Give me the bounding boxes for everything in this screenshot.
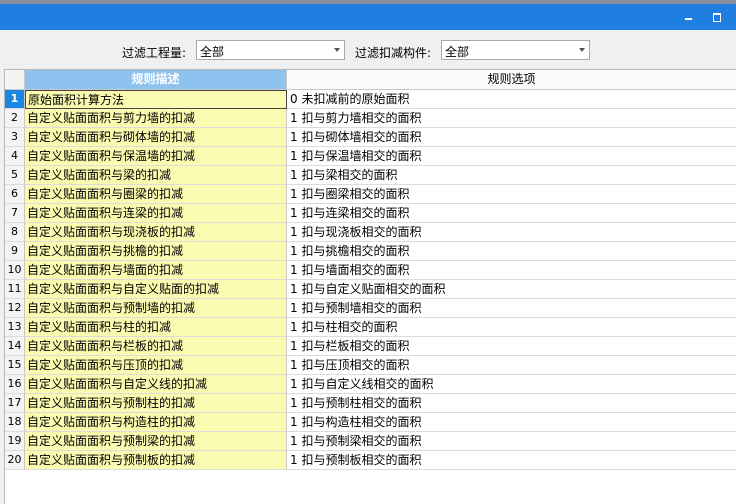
rule-description-cell[interactable]: 自定义贴面面积与墙面的扣减 bbox=[25, 261, 287, 280]
table-row[interactable]: 9 自定义贴面面积与挑檐的扣减 1 扣与挑檐相交的面积 bbox=[5, 242, 736, 261]
rule-option-cell[interactable]: 1 扣与连梁相交的面积 bbox=[287, 204, 736, 223]
table-row[interactable]: 14 自定义贴面面积与栏板的扣减 1 扣与栏板相交的面积 bbox=[5, 337, 736, 356]
rule-option-cell[interactable]: 1 扣与梁相交的面积 bbox=[287, 166, 736, 185]
rule-option-cell[interactable]: 1 扣与预制墙相交的面积 bbox=[287, 299, 736, 318]
rule-description-cell[interactable]: 自定义贴面面积与压顶的扣减 bbox=[25, 356, 287, 375]
rule-option-cell[interactable]: 1 扣与构造柱相交的面积 bbox=[287, 413, 736, 432]
rule-description-cell[interactable]: 自定义贴面面积与自定义贴面的扣减 bbox=[25, 280, 287, 299]
filter-quantity-select[interactable]: 全部 bbox=[196, 40, 345, 60]
rule-description-cell[interactable]: 自定义贴面面积与保温墙的扣减 bbox=[25, 147, 287, 166]
rule-description-cell[interactable]: 自定义贴面面积与剪力墙的扣减 bbox=[25, 109, 287, 128]
filter-quantity-label: 过滤工程量: bbox=[122, 46, 187, 60]
rule-description-cell[interactable]: 自定义贴面面积与柱的扣减 bbox=[25, 318, 287, 337]
rule-option-cell[interactable]: 1 扣与砌体墙相交的面积 bbox=[287, 128, 736, 147]
row-number-cell[interactable]: 5 bbox=[5, 166, 25, 185]
row-number-cell[interactable]: 7 bbox=[5, 204, 25, 223]
rule-option-cell[interactable]: 1 扣与保温墙相交的面积 bbox=[287, 147, 736, 166]
rule-description-cell[interactable]: 自定义贴面面积与预制梁的扣减 bbox=[25, 432, 287, 451]
rule-option-cell[interactable]: 1 扣与柱相交的面积 bbox=[287, 318, 736, 337]
row-number-cell[interactable]: 19 bbox=[5, 432, 25, 451]
rule-description-cell[interactable]: 自定义贴面面积与预制墙的扣减 bbox=[25, 299, 287, 318]
rule-option-cell[interactable]: 1 扣与剪力墙相交的面积 bbox=[287, 109, 736, 128]
rule-description-cell[interactable]: 自定义贴面面积与自定义线的扣减 bbox=[25, 375, 287, 394]
rule-description-cell[interactable]: 自定义贴面面积与挑檐的扣减 bbox=[25, 242, 287, 261]
chevron-down-icon[interactable] bbox=[334, 48, 340, 52]
table-row[interactable]: 18 自定义贴面面积与构造柱的扣减 1 扣与构造柱相交的面积 bbox=[5, 413, 736, 432]
column-header-description[interactable]: 规则描述 bbox=[25, 70, 287, 90]
table-row[interactable]: 13 自定义贴面面积与柱的扣减 1 扣与柱相交的面积 bbox=[5, 318, 736, 337]
rule-description-cell[interactable]: 自定义贴面面积与圈梁的扣减 bbox=[25, 185, 287, 204]
column-header-option[interactable]: 规则选项 bbox=[287, 70, 736, 90]
table-row[interactable]: 10 自定义贴面面积与墙面的扣减 1 扣与墙面相交的面积 bbox=[5, 261, 736, 280]
rule-option-cell[interactable]: 1 扣与压顶相交的面积 bbox=[287, 356, 736, 375]
filter-quantity-value: 全部 bbox=[200, 45, 225, 59]
rule-description-cell[interactable]: 自定义贴面面积与栏板的扣减 bbox=[25, 337, 287, 356]
rule-description-cell[interactable]: 自定义贴面面积与连梁的扣减 bbox=[25, 204, 287, 223]
rule-option-cell[interactable]: 1 扣与自定义贴面相交的面积 bbox=[287, 280, 736, 299]
table-row[interactable]: 4 自定义贴面面积与保温墙的扣减 1 扣与保温墙相交的面积 bbox=[5, 147, 736, 166]
row-number-cell[interactable]: 18 bbox=[5, 413, 25, 432]
rule-option-cell[interactable]: 1 扣与圈梁相交的面积 bbox=[287, 185, 736, 204]
filter-component-label: 过滤扣减构件: bbox=[355, 46, 432, 60]
rule-description-cell[interactable]: 自定义贴面面积与构造柱的扣减 bbox=[25, 413, 287, 432]
grid-corner-header[interactable] bbox=[5, 70, 25, 90]
row-number-cell[interactable]: 3 bbox=[5, 128, 25, 147]
table-row[interactable]: 3 自定义贴面面积与砌体墙的扣减 1 扣与砌体墙相交的面积 bbox=[5, 128, 736, 147]
rule-option-cell[interactable]: 1 扣与现浇板相交的面积 bbox=[287, 223, 736, 242]
table-row[interactable]: 12 自定义贴面面积与预制墙的扣减 1 扣与预制墙相交的面积 bbox=[5, 299, 736, 318]
table-row[interactable]: 15 自定义贴面面积与压顶的扣减 1 扣与压顶相交的面积 bbox=[5, 356, 736, 375]
table-row[interactable]: 2 自定义贴面面积与剪力墙的扣减 1 扣与剪力墙相交的面积 bbox=[5, 109, 736, 128]
maximize-icon[interactable] bbox=[708, 8, 726, 26]
rule-description-cell[interactable]: 自定义贴面面积与砌体墙的扣减 bbox=[25, 128, 287, 147]
rule-option-cell[interactable]: 1 扣与栏板相交的面积 bbox=[287, 337, 736, 356]
table-row[interactable]: 1 原始面积计算方法 0 未扣减前的原始面积 bbox=[5, 90, 736, 109]
rule-option-cell[interactable]: 1 扣与挑檐相交的面积 bbox=[287, 242, 736, 261]
row-number-cell[interactable]: 20 bbox=[5, 451, 25, 470]
rule-option-cell[interactable]: 1 扣与预制柱相交的面积 bbox=[287, 394, 736, 413]
title-bar bbox=[0, 4, 736, 30]
rule-description-cell[interactable]: 自定义贴面面积与预制板的扣减 bbox=[25, 451, 287, 470]
rule-option-cell[interactable]: 1 扣与自定义线相交的面积 bbox=[287, 375, 736, 394]
rule-description-cell[interactable]: 自定义贴面面积与梁的扣减 bbox=[25, 166, 287, 185]
row-number-cell[interactable]: 1 bbox=[5, 90, 25, 109]
table-row[interactable]: 20 自定义贴面面积与预制板的扣减 1 扣与预制板相交的面积 bbox=[5, 451, 736, 470]
rule-option-cell[interactable]: 1 扣与预制板相交的面积 bbox=[287, 451, 736, 470]
rule-option-cell[interactable]: 1 扣与预制梁相交的面积 bbox=[287, 432, 736, 451]
table-row[interactable]: 17 自定义贴面面积与预制柱的扣减 1 扣与预制柱相交的面积 bbox=[5, 394, 736, 413]
row-number-cell[interactable]: 13 bbox=[5, 318, 25, 337]
table-row[interactable]: 11 自定义贴面面积与自定义贴面的扣减 1 扣与自定义贴面相交的面积 bbox=[5, 280, 736, 299]
row-number-cell[interactable]: 15 bbox=[5, 356, 25, 375]
chevron-down-icon[interactable] bbox=[579, 48, 585, 52]
row-number-cell[interactable]: 17 bbox=[5, 394, 25, 413]
rule-description-cell[interactable]: 原始面积计算方法 bbox=[25, 90, 287, 109]
table-row[interactable]: 7 自定义贴面面积与连梁的扣减 1 扣与连梁相交的面积 bbox=[5, 204, 736, 223]
minimize-icon[interactable] bbox=[680, 8, 698, 26]
rule-option-cell[interactable]: 0 未扣减前的原始面积 bbox=[287, 90, 736, 109]
row-number-cell[interactable]: 16 bbox=[5, 375, 25, 394]
filter-component-value: 全部 bbox=[445, 45, 470, 59]
row-number-cell[interactable]: 12 bbox=[5, 299, 25, 318]
table-row[interactable]: 8 自定义贴面面积与现浇板的扣减 1 扣与现浇板相交的面积 bbox=[5, 223, 736, 242]
rule-description-cell[interactable]: 自定义贴面面积与现浇板的扣减 bbox=[25, 223, 287, 242]
rule-description-cell[interactable]: 自定义贴面面积与预制柱的扣减 bbox=[25, 394, 287, 413]
row-number-cell[interactable]: 6 bbox=[5, 185, 25, 204]
rules-grid: 规则描述 规则选项 1 原始面积计算方法 0 未扣减前的原始面积 2 自定义贴面面积与剪… bbox=[4, 69, 736, 504]
rule-option-cell[interactable]: 1 扣与墙面相交的面积 bbox=[287, 261, 736, 280]
row-number-cell[interactable]: 4 bbox=[5, 147, 25, 166]
table-row[interactable]: 16 自定义贴面面积与自定义线的扣减 1 扣与自定义线相交的面积 bbox=[5, 375, 736, 394]
table-row[interactable]: 6 自定义贴面面积与圈梁的扣减 1 扣与圈梁相交的面积 bbox=[5, 185, 736, 204]
filter-component-select[interactable]: 全部 bbox=[441, 40, 590, 60]
row-number-cell[interactable]: 8 bbox=[5, 223, 25, 242]
row-number-cell[interactable]: 14 bbox=[5, 337, 25, 356]
row-number-cell[interactable]: 9 bbox=[5, 242, 25, 261]
row-number-cell[interactable]: 10 bbox=[5, 261, 25, 280]
filter-bar: 过滤工程量: 全部 过滤扣减构件: 全部 bbox=[0, 30, 736, 68]
table-row[interactable]: 19 自定义贴面面积与预制梁的扣减 1 扣与预制梁相交的面积 bbox=[5, 432, 736, 451]
row-number-cell[interactable]: 11 bbox=[5, 280, 25, 299]
table-row[interactable]: 5 自定义贴面面积与梁的扣减 1 扣与梁相交的面积 bbox=[5, 166, 736, 185]
row-number-cell[interactable]: 2 bbox=[5, 109, 25, 128]
